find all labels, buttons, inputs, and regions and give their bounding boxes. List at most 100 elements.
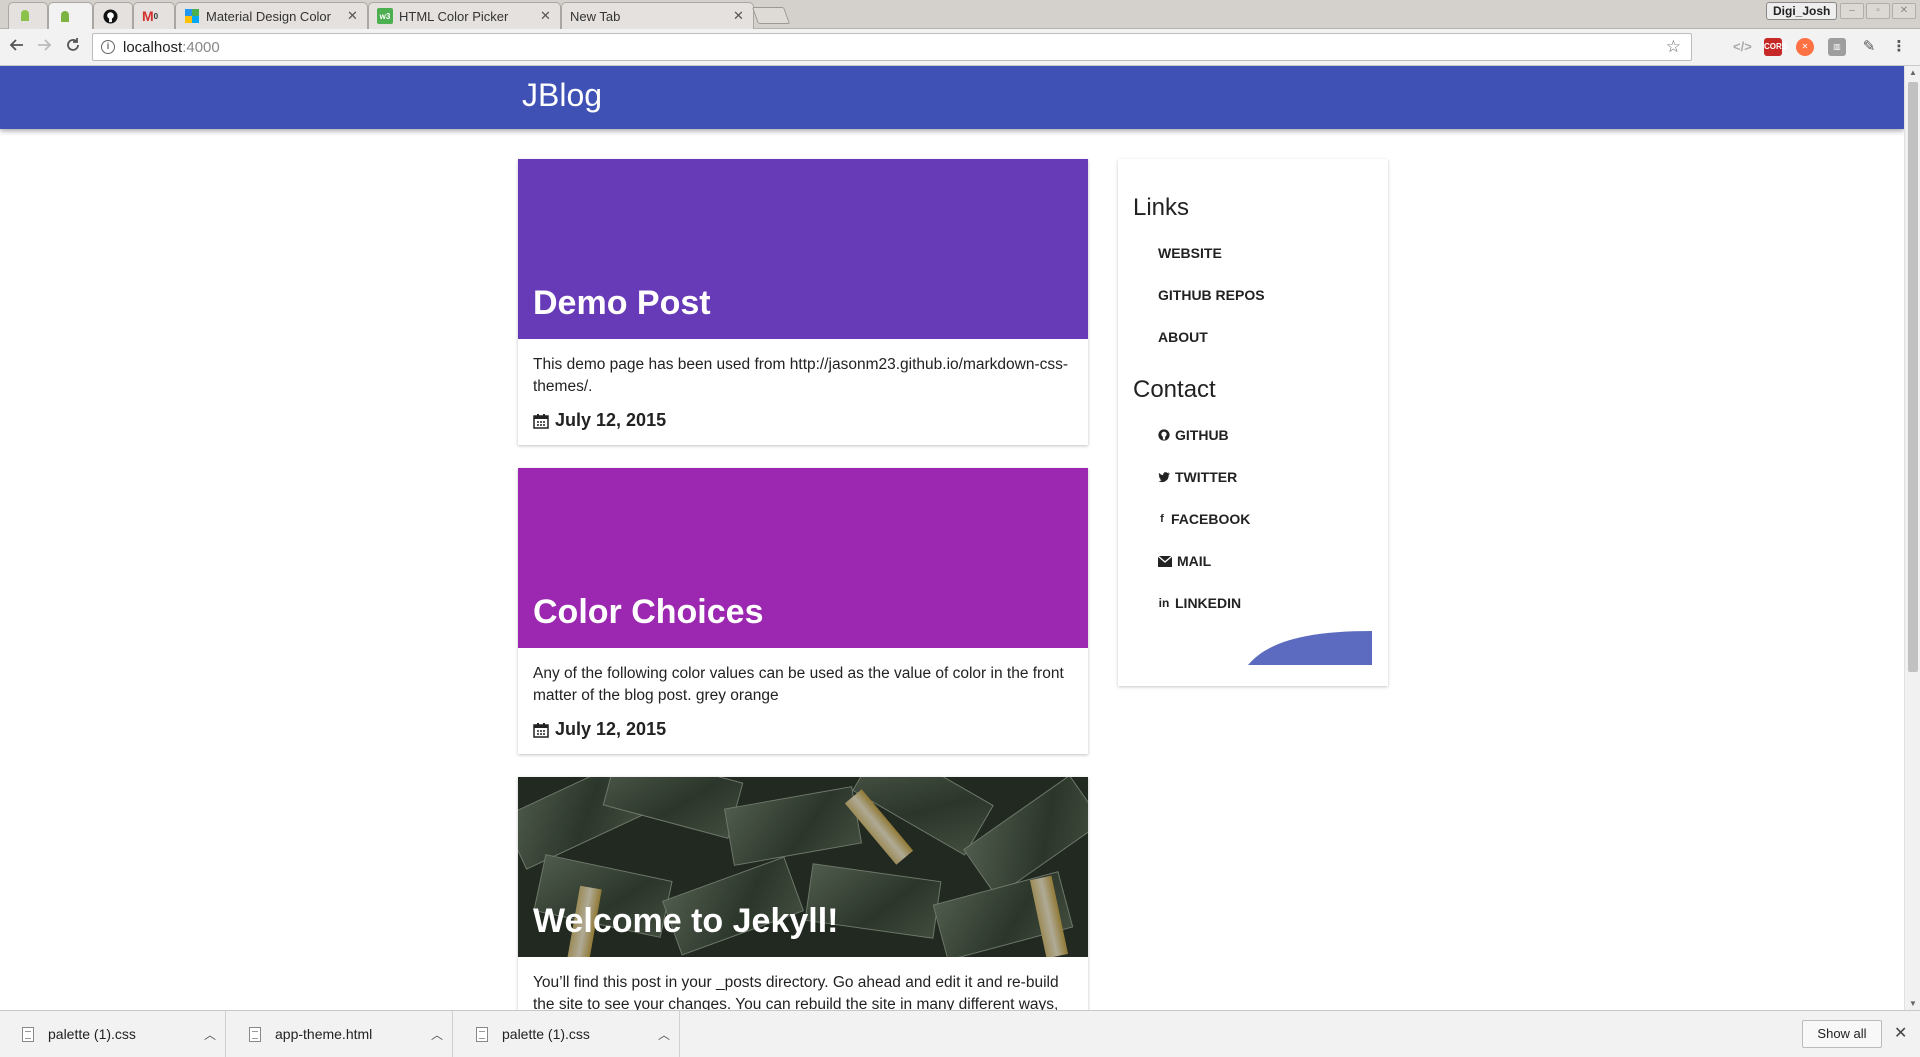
- site-info-icon[interactable]: i: [101, 40, 115, 54]
- tab-material-design-color[interactable]: Material Design Color ✕: [175, 2, 368, 29]
- extension-orange-icon[interactable]: ✕: [1796, 38, 1814, 56]
- post-card[interactable]: Demo Post This demo page has been used f…: [518, 159, 1088, 445]
- contact-label: FACEBOOK: [1171, 511, 1251, 527]
- post-card[interactable]: Welcome to Jekyll! You’ll find this post…: [518, 777, 1088, 1010]
- link-website[interactable]: WEBSITE: [1158, 245, 1222, 261]
- calendar-icon: [533, 413, 549, 429]
- chevron-up-icon[interactable]: ︿: [422, 1026, 452, 1043]
- download-item[interactable]: palette (1).css ︿: [454, 1011, 680, 1057]
- contact-github[interactable]: GITHUB: [1158, 427, 1229, 443]
- contact-facebook[interactable]: f FACEBOOK: [1158, 511, 1250, 527]
- post-date-text: July 12, 2015: [555, 719, 667, 739]
- scroll-down-arrow-icon[interactable]: ▼: [1908, 999, 1918, 1008]
- github-icon: [102, 8, 118, 24]
- post-title[interactable]: Demo Post: [533, 284, 711, 323]
- extension-cors-icon[interactable]: CORS: [1764, 38, 1787, 56]
- post-body: Any of the following color values can be…: [518, 648, 1088, 754]
- menu-icon[interactable]: ⋮: [1890, 38, 1908, 56]
- facebook-icon: f: [1160, 513, 1164, 525]
- scroll-up-arrow-icon[interactable]: ▲: [1908, 68, 1918, 77]
- link-label: ABOUT: [1158, 329, 1208, 345]
- file-icon: [249, 1026, 261, 1042]
- close-icon[interactable]: ✕: [733, 8, 745, 24]
- gmail-unread-count: 0: [153, 11, 159, 21]
- android-icon: [17, 8, 33, 24]
- post-header-image[interactable]: Welcome to Jekyll!: [518, 777, 1088, 957]
- contact-label: MAIL: [1177, 553, 1212, 569]
- download-item[interactable]: palette (1).css ︿: [0, 1011, 226, 1057]
- links-heading: Links: [1133, 194, 1190, 221]
- file-icon: [476, 1026, 488, 1042]
- maximize-button[interactable]: ▫: [1866, 3, 1890, 19]
- contact-label: LINKEDIN: [1175, 595, 1242, 611]
- download-shelf: palette (1).css ︿ app-theme.html ︿ palet…: [0, 1010, 1920, 1057]
- post-header[interactable]: Demo Post: [518, 159, 1088, 339]
- post-date-text: July 12, 2015: [555, 410, 667, 430]
- close-icon[interactable]: ✕: [347, 8, 359, 24]
- chevron-up-icon[interactable]: ︿: [649, 1026, 679, 1043]
- post-body: This demo page has been used from http:/…: [518, 339, 1088, 445]
- link-label: WEBSITE: [1158, 245, 1222, 261]
- url-host: localhost: [123, 38, 183, 56]
- tab-label: New Tab: [570, 8, 621, 24]
- contact-mail[interactable]: MAIL: [1158, 553, 1211, 569]
- tab-label: HTML Color Picker: [399, 8, 509, 24]
- decorative-ink-shape: [1248, 631, 1372, 665]
- link-label: GITHUB REPOS: [1158, 287, 1265, 303]
- reload-button[interactable]: [61, 35, 85, 59]
- w3schools-icon: w3: [377, 8, 393, 24]
- profile-button[interactable]: Digi_Josh: [1766, 2, 1838, 20]
- link-about[interactable]: ABOUT: [1158, 329, 1208, 345]
- post-title[interactable]: Color Choices: [533, 593, 763, 632]
- tab-android-1[interactable]: [8, 2, 48, 29]
- extension-code-icon[interactable]: </>: [1733, 38, 1752, 56]
- mail-icon: [1158, 555, 1172, 567]
- tab-github[interactable]: [93, 2, 133, 29]
- post-header[interactable]: Color Choices: [518, 468, 1088, 648]
- download-filename: palette (1).css: [502, 1026, 590, 1042]
- tab-android-2[interactable]: [48, 2, 93, 30]
- contact-linkedin[interactable]: in LINKEDIN: [1158, 595, 1241, 611]
- calendar-icon: [533, 722, 549, 738]
- tab-gmail[interactable]: M0: [133, 2, 175, 29]
- close-icon[interactable]: ✕: [1894, 1023, 1907, 1043]
- post-body: You’ll find this post in your _posts dir…: [518, 957, 1088, 1010]
- material-icon: [184, 8, 200, 24]
- close-icon[interactable]: ✕: [540, 8, 552, 24]
- post-excerpt: This demo page has been used from http:/…: [533, 356, 1069, 395]
- tab-html-color-picker[interactable]: w3 HTML Color Picker ✕: [368, 2, 561, 29]
- bookmark-star-icon[interactable]: ☆: [1666, 37, 1681, 57]
- back-button[interactable]: [5, 35, 29, 59]
- minimize-button[interactable]: –: [1840, 3, 1864, 19]
- forward-button[interactable]: [32, 35, 56, 59]
- close-window-button[interactable]: ✕: [1892, 3, 1916, 19]
- post-date: July 12, 2015: [533, 410, 1073, 431]
- show-all-button[interactable]: Show all: [1802, 1020, 1882, 1048]
- download-filename: palette (1).css: [48, 1026, 136, 1042]
- contact-twitter[interactable]: TWITTER: [1158, 469, 1237, 485]
- post-card[interactable]: Color Choices Any of the following color…: [518, 468, 1088, 754]
- extension-grey-icon[interactable]: ▥: [1828, 38, 1846, 56]
- download-item[interactable]: app-theme.html ︿: [227, 1011, 453, 1057]
- post-title[interactable]: Welcome to Jekyll!: [533, 902, 839, 941]
- reload-icon: [67, 38, 79, 51]
- page-scrollbar[interactable]: ▲ ▼: [1904, 66, 1920, 1010]
- app-bar: JBlog: [0, 66, 1904, 129]
- post-date: July 12, 2015: [533, 719, 1073, 740]
- chevron-up-icon[interactable]: ︿: [195, 1026, 225, 1043]
- back-arrow-icon: [9, 39, 23, 51]
- gmail-icon: M0: [141, 8, 159, 24]
- contact-label: TWITTER: [1175, 469, 1238, 485]
- page-viewport: JBlog Demo Post This demo page has been …: [0, 66, 1904, 1010]
- post-excerpt: You’ll find this post in your _posts dir…: [533, 974, 1059, 1010]
- site-title[interactable]: JBlog: [522, 77, 602, 114]
- android-icon: [57, 9, 73, 25]
- contact-label: GITHUB: [1175, 427, 1229, 443]
- scroll-thumb[interactable]: [1908, 82, 1918, 672]
- link-github-repos[interactable]: GITHUB REPOS: [1158, 287, 1265, 303]
- tab-new-tab[interactable]: New Tab ✕: [561, 2, 754, 29]
- linkedin-icon: in: [1158, 596, 1170, 610]
- color-picker-icon[interactable]: ✎: [1860, 38, 1878, 56]
- new-tab-button[interactable]: [751, 7, 791, 24]
- address-bar[interactable]: i localhost:4000 ☆: [92, 33, 1692, 61]
